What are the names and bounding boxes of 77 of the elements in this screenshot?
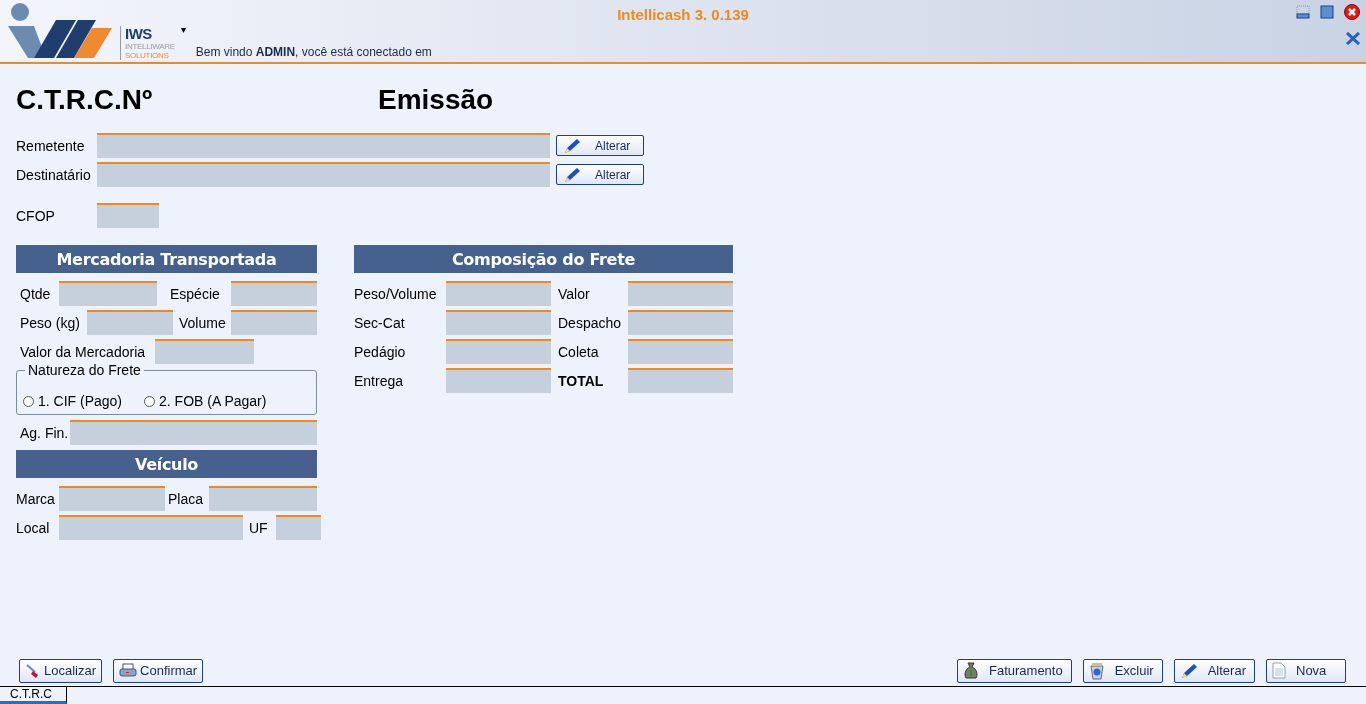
field-label: Placa xyxy=(168,490,205,507)
field-label: Despacho xyxy=(558,314,623,331)
maximize-icon[interactable] xyxy=(1320,5,1334,19)
pencil-icon xyxy=(563,166,581,183)
field-label: Peso (kg) xyxy=(20,314,81,331)
input-field[interactable] xyxy=(628,281,733,306)
minimize-icon[interactable] xyxy=(1296,5,1310,19)
field-label: Ag. Fin. xyxy=(20,424,70,441)
toolbar-button[interactable]: Localizar xyxy=(19,658,103,683)
field-label: CFOP xyxy=(16,207,56,224)
pencil-icon xyxy=(1179,662,1198,679)
input-field[interactable] xyxy=(628,368,733,393)
tab[interactable]: C.T.R.C xyxy=(0,687,67,704)
logo-subtitle: SOLUTIONS xyxy=(125,51,170,60)
status-title: Emissão xyxy=(378,84,494,116)
dropdown-caret[interactable]: ▾ xyxy=(180,24,186,35)
field-label: Valor xyxy=(558,285,591,302)
input-field[interactable] xyxy=(231,281,317,306)
field-label: Marca xyxy=(16,490,56,507)
input-field[interactable] xyxy=(628,310,733,335)
input-field[interactable] xyxy=(97,203,159,228)
field-label: Volume xyxy=(179,314,227,331)
toolbar-button[interactable]: Alterar xyxy=(1173,658,1255,683)
pen-icon xyxy=(25,662,41,679)
field-label: Qtde xyxy=(20,285,52,302)
document-icon xyxy=(1272,662,1286,679)
section-header: Mercadoria Transportada xyxy=(16,245,317,273)
radio-option[interactable]: 1. CIF (Pago) xyxy=(23,393,123,409)
field-label: Espécie xyxy=(170,285,221,302)
input-field[interactable] xyxy=(59,515,243,540)
toolbar-button[interactable]: Faturamento xyxy=(957,658,1072,683)
field-label: Valor da Mercadoria xyxy=(20,343,147,360)
welcome-text: Bem vindo ADMIN, você está conectado em xyxy=(195,45,432,59)
input-field[interactable] xyxy=(70,420,317,445)
input-field[interactable] xyxy=(231,310,317,335)
input-field[interactable] xyxy=(446,310,551,335)
pencil-icon xyxy=(563,137,581,154)
input-field[interactable] xyxy=(59,486,165,511)
input-field[interactable] xyxy=(446,339,551,364)
toolbar-button[interactable]: Excluir xyxy=(1082,658,1163,683)
group-legend: Natureza do Frete xyxy=(25,362,144,378)
field-label: Entrega xyxy=(354,372,405,389)
input-field[interactable] xyxy=(628,339,733,364)
field-label: UF xyxy=(249,519,269,536)
field-label: Remetente xyxy=(16,137,86,154)
field-label: Destinatário xyxy=(16,166,92,183)
field-label: Pedágio xyxy=(354,343,407,360)
printer-icon xyxy=(119,662,138,679)
field-label: Local xyxy=(16,519,51,536)
input-field[interactable] xyxy=(87,310,173,335)
close-icon[interactable] xyxy=(1346,32,1360,45)
input-field[interactable] xyxy=(276,515,321,540)
input-field[interactable] xyxy=(97,162,550,187)
field-label: Sec-Cat xyxy=(354,314,406,331)
input-field[interactable] xyxy=(59,281,157,306)
radio-option[interactable]: 2. FOB (A Pagar) xyxy=(144,393,267,409)
input-field[interactable] xyxy=(209,486,317,511)
field-label: Coleta xyxy=(558,343,600,360)
field-label: TOTAL xyxy=(558,372,605,389)
close-icon[interactable] xyxy=(1344,4,1360,20)
toolbar-button[interactable]: Nova xyxy=(1266,658,1346,683)
input-field[interactable] xyxy=(97,133,550,158)
field-label: Peso/Volume xyxy=(354,285,438,302)
app-title: Intellicash 3. 0.139 xyxy=(616,6,750,23)
input-field[interactable] xyxy=(446,368,551,393)
recycle-bin-icon xyxy=(1088,661,1105,680)
money-bag-icon xyxy=(963,661,979,680)
logo-subtitle: INTELLIWARE xyxy=(125,42,175,51)
input-field[interactable] xyxy=(446,281,551,306)
section-header: Composição do Frete xyxy=(354,245,733,273)
section-header: Veículo xyxy=(16,450,317,478)
toolbar-button[interactable]: Confirmar xyxy=(113,658,204,683)
document-title: C.T.R.C.Nº xyxy=(16,84,154,116)
edit-button[interactable]: Alterar xyxy=(556,135,644,156)
input-field[interactable] xyxy=(155,339,254,364)
logo-text: IWS xyxy=(125,26,153,42)
edit-button[interactable]: Alterar xyxy=(556,164,644,185)
